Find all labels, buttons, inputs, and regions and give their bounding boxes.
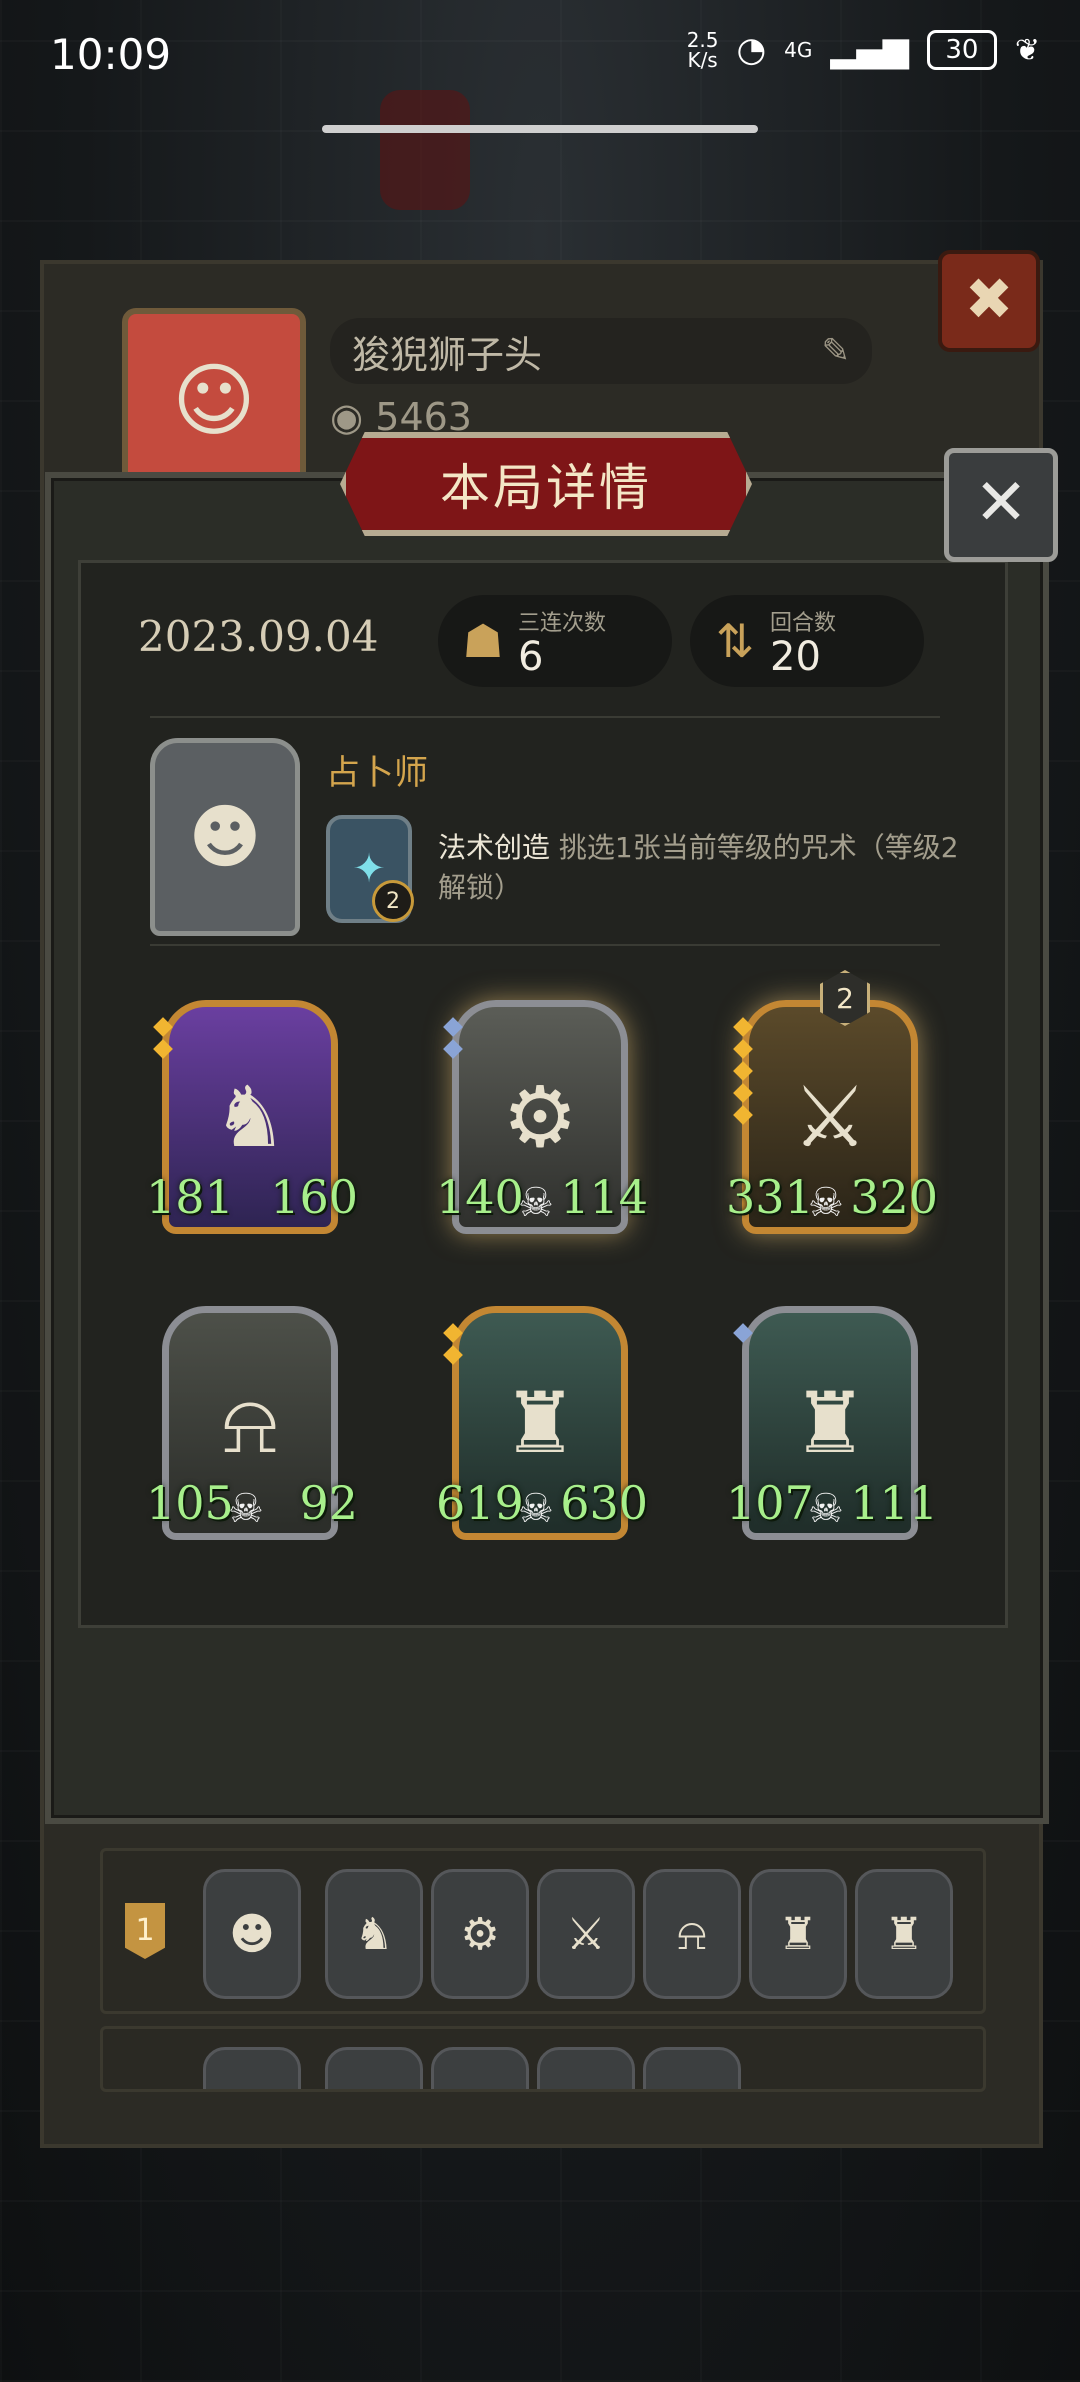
player-name-field[interactable]: 狻猊狮子头 ✎ [330,318,872,384]
pencil-icon[interactable]: ✎ [822,331,851,371]
unit-icon: ⚔ [431,2047,529,2089]
unit-icon: ⚔ [643,2047,741,2089]
rank-pips [733,1323,753,1343]
unit-icon: ⚔ [537,2047,635,2089]
unit-icon: ⚔ [325,2047,423,2089]
unit-health: 320 [850,1170,938,1224]
divider [150,944,940,946]
signal-icon: ▂▄▆ [830,30,909,70]
ability-name: 法术创造 [438,831,551,864]
wifi-icon: ◔ [736,30,767,70]
match-date: 2023.09.04 [138,612,379,661]
unit-card[interactable]: ♜ 107 ☠ 111 [726,1306,938,1540]
avatar[interactable]: ☺ [122,308,306,492]
player-name: 狻猊狮子头 [352,332,543,377]
golem-icon: ♜ [749,1869,847,1999]
unit-attack: 181 [146,1170,234,1224]
status-time: 10:09 [50,30,172,79]
bell-robot-icon: ⍾ [643,1869,741,1999]
unit-card[interactable]: ⍾ 105 ☠ 92 [146,1306,358,1540]
unit-attack: 619 [436,1476,524,1530]
coin-icon: ◉ [330,395,364,439]
skull-icon: ☠ [518,1486,554,1532]
unit-attack: 331 [726,1170,814,1224]
history-row[interactable]: ☻ ⚔ ⚔ ⚔ ⚔ [100,2026,986,2092]
unit-health: 630 [560,1476,648,1530]
rank-badge: 1 [125,1903,165,1959]
mecha-icon: ⚔ [537,1869,635,1999]
rank-pips [443,1323,463,1365]
rank-pips [733,1017,753,1125]
battery-icon: 30 [926,30,997,70]
close-button[interactable]: ✕ [944,448,1058,562]
unit-health: 111 [850,1476,938,1530]
unit-health: 92 [299,1476,358,1530]
unit-card[interactable]: ⚙ 140 ☠ 114 [436,1000,648,1234]
modal-title: 本局详情 [440,459,652,517]
rank-pips [443,1017,463,1059]
skull-icon: ☠ [228,1486,264,1532]
hero-portrait-mini: ☻ [203,2047,301,2089]
triple-icon: ☗ [462,614,504,668]
hero-ability: 法术创造 挑选1张当前等级的咒术（等级2解锁） [438,828,978,908]
robot-icon: ⚙ [431,1869,529,1999]
turns-icon: ⇅ [715,614,755,668]
unit-health: 114 [560,1170,648,1224]
unit-card[interactable]: ⚔ 2 331 ☠ 320 [726,970,938,1234]
unit-card[interactable]: ♜ 619 ☠ 630 [436,1306,648,1540]
top-handle[interactable] [322,125,758,133]
stat-turns: ⇅ 回合数 20 [690,595,924,687]
knight-icon: ♞ [325,1869,423,1999]
skull-icon: ☠ [518,1180,554,1226]
history-row[interactable]: 1 ☻ ♞ ⚙ ⚔ ⍾ ♜ ♜ [100,1848,986,2014]
network-type: 4G [784,38,813,62]
skull-icon: ☠ [808,1486,844,1532]
rank-pips [153,1017,173,1059]
status-icons: 2.5 K/s ◔ 4G ▂▄▆ 30 ❦ [687,30,1040,70]
skull-icon: ☠ [808,1180,844,1226]
hero-portrait-mini: ☻ [203,1869,301,1999]
unit-attack: 107 [726,1476,814,1530]
unit-card[interactable]: ♞ 181 160 [146,1000,358,1234]
golem-icon: ♜ [855,1869,953,1999]
unit-attack: 105 [146,1476,234,1530]
hero-portrait[interactable]: ☻ [150,738,300,936]
divider [150,716,940,718]
hero-name: 占卜师 [326,753,428,793]
unit-attack: 140 [436,1170,524,1224]
leaf-icon: ❦ [1014,32,1040,68]
profile-close-icon[interactable]: ✖ [938,250,1040,352]
stat-triples: ☗ 三连次数 6 [438,595,672,687]
modal-title-banner: 本局详情 [340,432,752,536]
status-bar: 10:09 2.5 K/s ◔ 4G ▂▄▆ 30 ❦ [0,0,1080,110]
network-speed: 2.5 K/s [686,28,719,72]
unit-health: 160 [270,1170,358,1224]
spell-level-badge: 2 [372,880,414,922]
